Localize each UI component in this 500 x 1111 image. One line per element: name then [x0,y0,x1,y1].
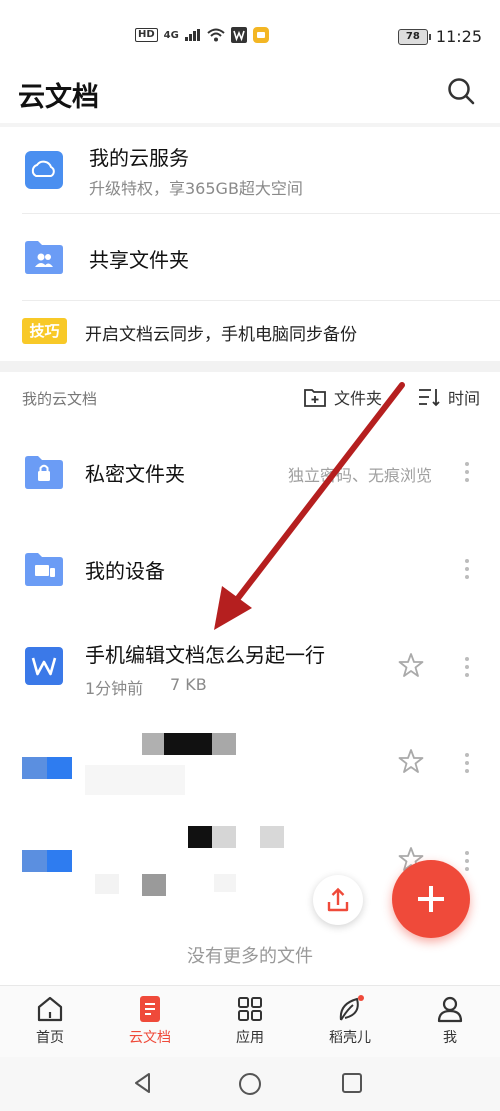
annotation-arrow [214,382,405,630]
tab-home[interactable]: 首页 [0,986,100,1057]
system-nav-bar [0,1057,500,1111]
recents-nav-icon[interactable] [340,1071,364,1095]
tab-label: 稻壳儿 [329,1030,371,1046]
home-nav-icon[interactable] [237,1071,263,1097]
home-icon [37,996,63,1022]
tab-label: 应用 [236,1030,264,1046]
tab-label: 云文档 [129,1030,171,1046]
tab-me[interactable]: 我 [400,986,500,1057]
profile-icon [437,996,463,1023]
apps-grid-icon [238,997,262,1021]
tab-apps[interactable]: 应用 [200,986,300,1057]
cloud-doc-icon [140,996,160,1022]
tab-label: 我 [443,1030,457,1046]
tab-docer[interactable]: 稻壳儿 [300,986,400,1057]
bottom-tab-bar: 首页 云文档 应用 稻壳儿 我 [0,985,500,1057]
tab-cloud-docs[interactable]: 云文档 [100,986,200,1057]
back-nav-icon[interactable] [131,1071,155,1095]
tab-label: 首页 [36,1030,64,1046]
leaf-icon [339,995,364,1021]
